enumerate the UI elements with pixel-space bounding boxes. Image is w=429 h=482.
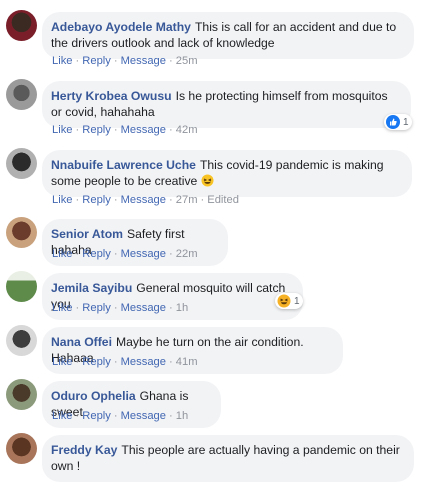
reply-link[interactable]: Reply bbox=[82, 248, 111, 260]
separator: · bbox=[169, 124, 173, 136]
reaction-badge[interactable]: 1 bbox=[384, 114, 412, 130]
avatar[interactable] bbox=[6, 10, 37, 41]
avatar[interactable] bbox=[6, 325, 37, 356]
comment-author[interactable]: Oduro Ophelia bbox=[51, 389, 136, 403]
separator: · bbox=[200, 194, 205, 206]
comment-time[interactable]: 22m bbox=[176, 248, 198, 260]
comment-author[interactable]: Nnabuife Lawrence Uche bbox=[51, 158, 196, 172]
message-link[interactable]: Message bbox=[121, 194, 166, 206]
separator: · bbox=[75, 248, 80, 260]
reply-link[interactable]: Reply bbox=[82, 55, 111, 67]
comment-author[interactable]: Jemila Sayibu bbox=[51, 281, 132, 295]
separator: · bbox=[169, 410, 173, 422]
separator: · bbox=[113, 356, 118, 368]
message-link[interactable]: Message bbox=[121, 55, 166, 67]
like-link[interactable]: Like bbox=[52, 248, 73, 260]
comment-time[interactable]: 1h bbox=[176, 410, 188, 422]
separator: · bbox=[169, 194, 173, 206]
comment-author[interactable]: Senior Atom bbox=[51, 227, 123, 241]
separator: · bbox=[113, 302, 118, 314]
comment-actions: Like · Reply · Message · 1h bbox=[52, 302, 188, 314]
comment-time[interactable]: 1h bbox=[176, 302, 188, 314]
reply-link[interactable]: Reply bbox=[82, 410, 111, 422]
separator: · bbox=[75, 194, 80, 206]
avatar[interactable] bbox=[6, 148, 37, 179]
separator: · bbox=[169, 356, 173, 368]
like-link[interactable]: Like bbox=[52, 356, 73, 368]
reaction-badge[interactable]: 1 bbox=[275, 293, 303, 309]
like-icon bbox=[386, 115, 400, 129]
avatar[interactable] bbox=[6, 79, 37, 110]
reply-link[interactable]: Reply bbox=[82, 194, 111, 206]
avatar[interactable] bbox=[6, 379, 37, 410]
comment-actions: Like · Reply · Message · 27m · Edited bbox=[52, 194, 239, 206]
separator: · bbox=[113, 194, 118, 206]
haha-icon bbox=[277, 294, 291, 308]
like-link[interactable]: Like bbox=[52, 302, 73, 314]
message-link[interactable]: Message bbox=[121, 302, 166, 314]
message-link[interactable]: Message bbox=[121, 410, 166, 422]
comment-actions: Like · Reply · Message · 1h bbox=[52, 410, 188, 422]
comment-actions: Like · Reply · Message · 25m bbox=[52, 55, 198, 67]
reply-link[interactable]: Reply bbox=[82, 302, 111, 314]
comment-bubble: Freddy Kay This people are actually havin… bbox=[42, 435, 414, 482]
comment-author[interactable]: Adebayo Ayodele Mathy bbox=[51, 20, 191, 34]
comment-actions: Like · Reply · Message · 41m bbox=[52, 356, 198, 368]
comment-actions: Like · Reply · Message · 22m bbox=[52, 248, 198, 260]
separator: · bbox=[75, 55, 80, 67]
separator: · bbox=[75, 302, 80, 314]
reaction-count: 1 bbox=[403, 116, 409, 128]
separator: · bbox=[75, 356, 80, 368]
separator: · bbox=[75, 124, 80, 136]
separator: · bbox=[113, 124, 118, 136]
separator: · bbox=[113, 248, 118, 260]
comment-author[interactable]: Nana Offei bbox=[51, 335, 112, 349]
edited-label[interactable]: Edited bbox=[207, 194, 239, 206]
message-link[interactable]: Message bbox=[121, 356, 166, 368]
reply-link[interactable]: Reply bbox=[82, 124, 111, 136]
separator: · bbox=[113, 410, 118, 422]
message-link[interactable]: Message bbox=[121, 124, 166, 136]
comment-actions: Like · Reply · Message · 42m bbox=[52, 124, 198, 136]
comment-bubble: Adebayo Ayodele Mathy This is call for an… bbox=[42, 12, 414, 59]
message-link[interactable]: Message bbox=[121, 248, 166, 260]
separator: · bbox=[169, 248, 173, 260]
comment-time[interactable]: 25m bbox=[176, 55, 198, 67]
laughing-face-icon bbox=[201, 174, 214, 187]
like-link[interactable]: Like bbox=[52, 55, 73, 67]
separator: · bbox=[75, 410, 80, 422]
comment-bubble: Herty Krobea Owusu Is he protecting himse… bbox=[42, 81, 411, 128]
comment-time[interactable]: 42m bbox=[176, 124, 198, 136]
avatar[interactable] bbox=[6, 217, 37, 248]
comment-time[interactable]: 41m bbox=[176, 356, 198, 368]
separator: · bbox=[169, 302, 173, 314]
avatar[interactable] bbox=[6, 271, 37, 302]
comment-author[interactable]: Herty Krobea Owusu bbox=[51, 89, 172, 103]
like-link[interactable]: Like bbox=[52, 410, 73, 422]
separator: · bbox=[169, 55, 173, 67]
comment-time[interactable]: 27m bbox=[176, 194, 198, 206]
comment-bubble: Nnabuife Lawrence Uche This covid-19 pand… bbox=[42, 150, 412, 197]
reaction-count: 1 bbox=[294, 295, 300, 307]
like-link[interactable]: Like bbox=[52, 124, 73, 136]
like-link[interactable]: Like bbox=[52, 194, 73, 206]
reply-link[interactable]: Reply bbox=[82, 356, 111, 368]
avatar[interactable] bbox=[6, 433, 37, 464]
separator: · bbox=[113, 55, 118, 67]
comment-author[interactable]: Freddy Kay bbox=[51, 443, 117, 457]
